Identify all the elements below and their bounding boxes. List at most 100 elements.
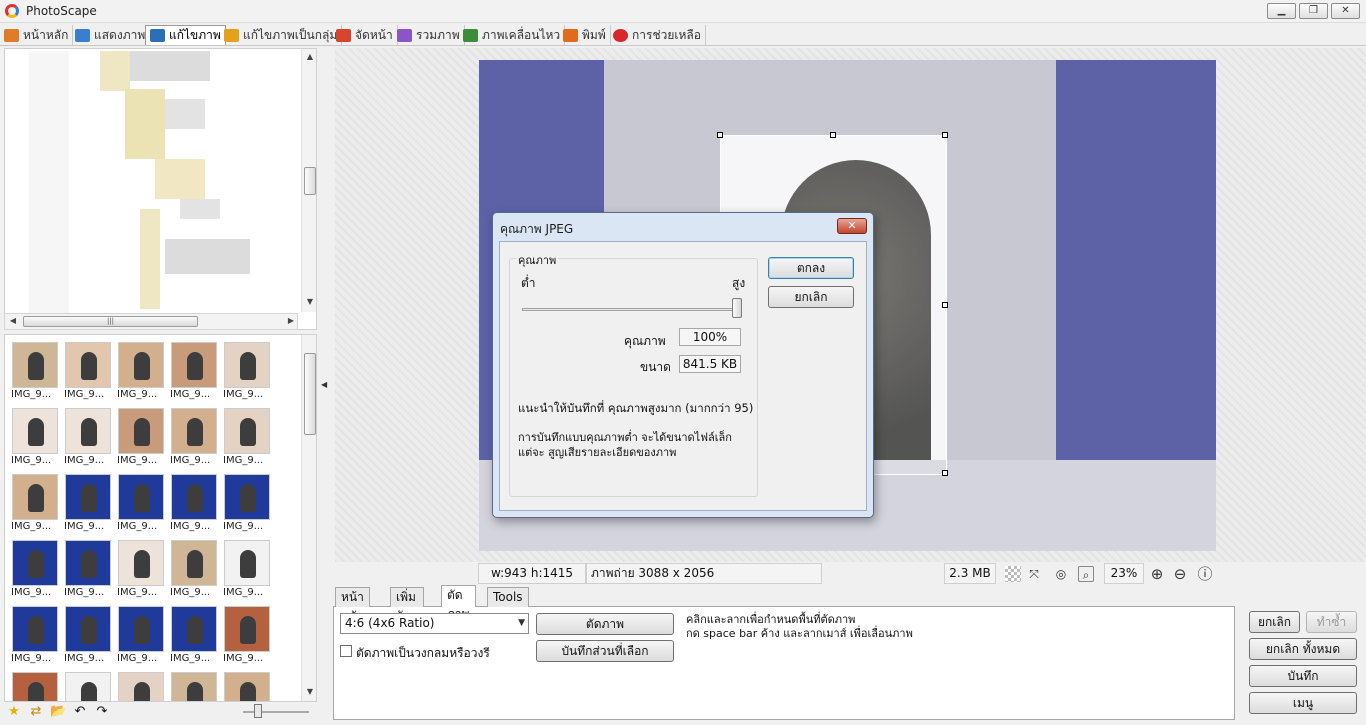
- checkerboard-icon[interactable]: [1005, 566, 1021, 582]
- thumbnail-item[interactable]: IMG_9...: [117, 672, 165, 701]
- rotate-left-icon[interactable]: ↶: [72, 704, 88, 719]
- amulet-shape: [134, 682, 150, 701]
- thumbnail-item[interactable]: IMG_9...: [223, 540, 271, 600]
- crop-ratio-select[interactable]: 4:6 (4x6 Ratio) ▼: [340, 613, 529, 634]
- thumbnail-item[interactable]: IMG_9...: [64, 672, 112, 701]
- crop-handle[interactable]: [717, 132, 723, 138]
- quality-slider[interactable]: [522, 308, 740, 311]
- thumbnail-item[interactable]: IMG_9...: [223, 672, 271, 701]
- thumbnail-item[interactable]: IMG_9...: [64, 474, 112, 534]
- crop-button[interactable]: ตัดภาพ: [536, 613, 674, 635]
- thumbnail-item[interactable]: IMG_9...: [11, 540, 59, 600]
- thumbnail-item[interactable]: IMG_9...: [64, 408, 112, 468]
- tree-hscroll-thumb[interactable]: |||: [23, 316, 198, 327]
- fit-window-icon[interactable]: ⌕: [1078, 566, 1094, 582]
- thumbnail-item[interactable]: IMG_9...: [117, 408, 165, 468]
- tab-crop[interactable]: ตัดภาพ: [441, 585, 476, 621]
- thumbnail-scroll-thumb[interactable]: [304, 353, 316, 435]
- menu-button[interactable]: เมนู: [1249, 692, 1357, 714]
- tab-home-edit[interactable]: หน้าหลัก: [335, 587, 370, 623]
- crop-handle[interactable]: [942, 470, 948, 476]
- tab-animated-gif[interactable]: ภาพเคลื่อนไหว: [459, 25, 566, 45]
- cancel-button[interactable]: ยกเลิก: [768, 286, 854, 308]
- thumbnail-item[interactable]: IMG_9...: [11, 408, 59, 468]
- thumbnail-item[interactable]: IMG_9...: [64, 540, 112, 600]
- thumbnail-item[interactable]: IMG_9...: [170, 342, 218, 402]
- thumbnail-item[interactable]: IMG_9...: [64, 342, 112, 402]
- close-window-button[interactable]: ✕: [1331, 3, 1360, 19]
- tab-page[interactable]: จัดหน้า: [332, 25, 398, 45]
- thumbnail-size-slider-handle[interactable]: [254, 704, 262, 718]
- amulet-shape: [81, 352, 97, 380]
- thumbnail-item[interactable]: IMG_9...: [11, 606, 59, 666]
- thumbnail-item[interactable]: IMG_9...: [170, 474, 218, 534]
- amulet-shape: [81, 550, 97, 578]
- quality-slider-handle[interactable]: [732, 298, 742, 318]
- scroll-left-icon[interactable]: ◀: [5, 316, 21, 325]
- thumbnail-item[interactable]: IMG_9...: [117, 606, 165, 666]
- tree-horizontal-scrollbar[interactable]: ◀ ||| ▶: [4, 313, 298, 330]
- ok-button[interactable]: ตกลง: [768, 257, 854, 279]
- thumbnail-item[interactable]: IMG_9...: [11, 672, 59, 701]
- scroll-down-icon[interactable]: ▼: [302, 687, 316, 696]
- actual-size-icon[interactable]: ◎: [1053, 566, 1069, 582]
- thumbnail-size-slider[interactable]: [243, 711, 309, 713]
- favorite-star-icon[interactable]: ★: [6, 704, 22, 719]
- tab-editor[interactable]: แก้ไขภาพ: [145, 25, 226, 45]
- scroll-right-icon[interactable]: ▶: [283, 316, 299, 325]
- tree-vertical-scrollbar[interactable]: ▲ ▼: [301, 49, 316, 312]
- tree-scroll-thumb[interactable]: [304, 167, 316, 195]
- scroll-up-icon[interactable]: ▲: [302, 52, 316, 61]
- crop-handle[interactable]: [942, 132, 948, 138]
- thumbnail-item[interactable]: IMG_9...: [11, 342, 59, 402]
- thumbnail-item[interactable]: IMG_9...: [64, 606, 112, 666]
- thumbnail-item[interactable]: IMG_9...: [170, 408, 218, 468]
- folder-tree[interactable]: ▲ ▼: [4, 48, 317, 330]
- save-selection-button[interactable]: บันทึกส่วนที่เลือก: [536, 640, 674, 662]
- thumbnail-item[interactable]: IMG_9...: [223, 606, 271, 666]
- thumbnail-item[interactable]: IMG_9...: [170, 672, 218, 701]
- round-crop-checkbox[interactable]: [340, 645, 352, 657]
- crop-handle[interactable]: [942, 302, 948, 308]
- collapse-panel-icon[interactable]: ◀: [321, 380, 327, 389]
- zoom-out-icon[interactable]: ⊖: [1172, 566, 1188, 582]
- tab-tools[interactable]: Tools: [487, 587, 529, 607]
- undo-all-button[interactable]: ยกเลิก ทั้งหมด: [1249, 638, 1357, 660]
- thumbnail-item[interactable]: IMG_9...: [223, 408, 271, 468]
- thumbnail-grid[interactable]: IMG_9... IMG_9... IMG_9... IMG_9... IMG_9...…: [4, 334, 317, 702]
- thumbnail-item[interactable]: IMG_9...: [117, 474, 165, 534]
- thumbnail-item[interactable]: IMG_9...: [223, 474, 271, 534]
- save-button[interactable]: บันทึก: [1249, 665, 1357, 687]
- undo-button[interactable]: ยกเลิก: [1249, 611, 1300, 633]
- tab-help[interactable]: การช่วยเหลือ: [609, 25, 706, 45]
- thumbnail-item[interactable]: IMG_9...: [117, 540, 165, 600]
- amulet-shape: [81, 682, 97, 701]
- restore-button[interactable]: ❐: [1299, 3, 1328, 19]
- tab-viewer[interactable]: แสดงภาพ: [71, 25, 151, 45]
- thumbnail-caption: IMG_9...: [64, 587, 105, 598]
- tab-home[interactable]: หน้าหลัก: [0, 25, 74, 45]
- rotate-right-icon[interactable]: ↷: [94, 704, 110, 719]
- thumbnail-item[interactable]: IMG_9...: [223, 342, 271, 402]
- zoom-in-icon[interactable]: ⊕: [1149, 566, 1165, 582]
- tab-print[interactable]: พิมพ์: [559, 25, 611, 45]
- tab-add-object[interactable]: เพิ่มวัตถุ: [390, 587, 424, 623]
- recommend-text: แนะนำให้บันทึกที่ คุณภาพสูงมาก (มากกว่า …: [518, 401, 754, 415]
- thumbnail-item[interactable]: IMG_9...: [170, 606, 218, 666]
- minimize-button[interactable]: ▁: [1267, 3, 1296, 19]
- redo-button[interactable]: ทำซ้ำ: [1306, 611, 1357, 633]
- thumbnail-vertical-scrollbar[interactable]: ▼: [301, 335, 316, 701]
- thumbnail-item[interactable]: IMG_9...: [170, 540, 218, 600]
- open-folder-icon[interactable]: 📂: [50, 704, 66, 719]
- info-icon[interactable]: ⓘ: [1197, 566, 1213, 582]
- dialog-close-button[interactable]: ✕: [837, 218, 867, 234]
- scroll-down-icon[interactable]: ▼: [302, 297, 316, 306]
- crop-handle[interactable]: [830, 132, 836, 138]
- thumbnail-item[interactable]: IMG_9...: [11, 474, 59, 534]
- swap-folders-icon[interactable]: ⇄: [28, 704, 44, 719]
- fit-screen-icon[interactable]: ⤧: [1026, 566, 1042, 582]
- thumbnail-item[interactable]: IMG_9...: [117, 342, 165, 402]
- tab-combine[interactable]: รวมภาพ: [393, 25, 465, 45]
- tab-batch-editor[interactable]: แก้ไขภาพเป็นกลุ่ม: [220, 25, 343, 45]
- amulet-shape: [240, 418, 256, 446]
